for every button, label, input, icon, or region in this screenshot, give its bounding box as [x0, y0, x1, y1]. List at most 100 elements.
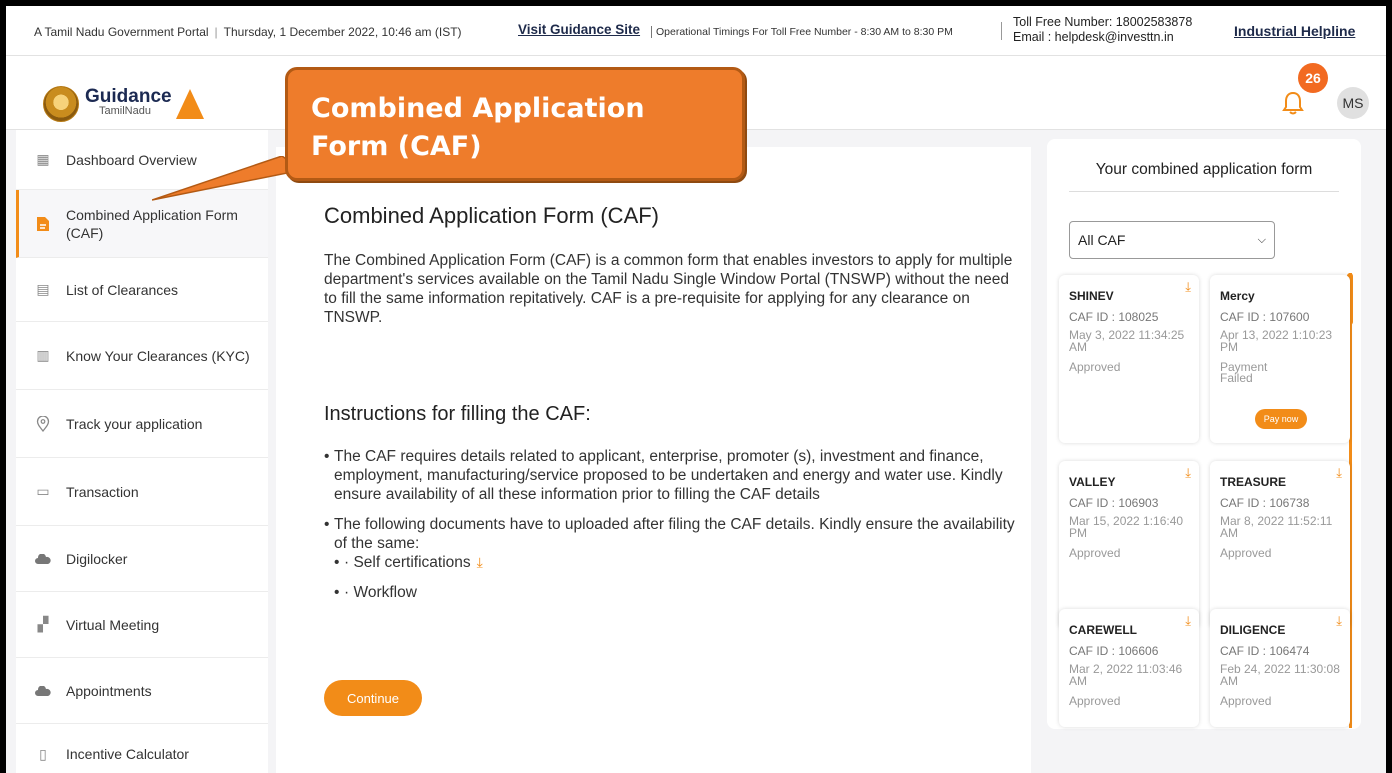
caf-id: CAF ID : 106474: [1220, 644, 1310, 658]
caf-status: Approved: [1220, 694, 1272, 708]
caf-filter-value: All CAF: [1078, 232, 1126, 248]
sidebar: ▦ Dashboard Overview Combined Applicatio…: [16, 130, 268, 773]
portal-name: A Tamil Nadu Government Portal: [34, 25, 209, 39]
caf-name: TREASURE: [1220, 475, 1287, 489]
tn-emblem-icon: [43, 86, 79, 122]
list-icon: ▤: [36, 281, 50, 297]
caf-status: Approved: [1069, 694, 1121, 708]
sidebar-item-label: List of Clearances: [66, 281, 179, 298]
caf-status: Payment Failed: [1220, 360, 1268, 385]
callout-line: Form (CAF): [311, 131, 482, 162]
callout-pointer: [152, 156, 302, 201]
document-label: · Workflow: [344, 584, 417, 601]
caf-card[interactable]: ⤓ VALLEY CAF ID : 106903 Mar 15, 2022 1:…: [1059, 461, 1199, 629]
caf-card[interactable]: ⤓ DILIGENCE CAF ID : 106474 Feb 24, 2022…: [1210, 609, 1350, 727]
caf-id: CAF ID : 108025: [1069, 310, 1159, 324]
list-item: The CAF requires details related to appl…: [324, 447, 1029, 504]
caf-date: Mar 2, 2022 11:03:46 AM: [1069, 662, 1183, 688]
sidebar-item-list-of-clearances[interactable]: ▤ List of Clearances: [16, 258, 268, 322]
download-icon[interactable]: ⤓: [1185, 613, 1191, 629]
logo-flag-icon: [175, 89, 204, 119]
download-icon[interactable]: ⤓: [477, 554, 483, 570]
current-datetime: Thursday, 1 December 2022, 10:46 am (IST…: [223, 25, 462, 39]
user-avatar[interactable]: MS: [1337, 87, 1369, 119]
sidebar-item-label: Know Your Clearances (KYC): [66, 347, 250, 364]
industrial-helpline-link[interactable]: Industrial Helpline: [1234, 23, 1355, 39]
caf-filter-select[interactable]: All CAF ⌵: [1069, 221, 1275, 259]
caf-card[interactable]: ⤓ CAREWELL CAF ID : 106606 Mar 2, 2022 1…: [1059, 609, 1199, 727]
divider: [1001, 22, 1002, 40]
sidebar-item-label: Incentive Calculator: [66, 746, 189, 762]
download-icon[interactable]: ⤓: [1336, 613, 1342, 629]
meeting-icon: ▞: [37, 616, 49, 632]
sidebar-item-label: Digilocker: [66, 550, 128, 567]
cloud-icon: [34, 550, 52, 568]
instruction-text: The CAF requires details related to appl…: [334, 448, 1003, 503]
documents-list: · Self certifications ⤓ · Workflow: [334, 553, 1029, 602]
cloud-icon: [34, 682, 52, 700]
book-icon: ▥: [36, 347, 50, 363]
bell-icon[interactable]: [1282, 91, 1304, 115]
sidebar-item-appointments[interactable]: Appointments: [16, 658, 268, 724]
callout-line: Combined Application: [311, 93, 645, 124]
grid-icon: ▦: [36, 151, 50, 167]
caf-name: DILIGENCE: [1220, 623, 1286, 637]
sidebar-item-track-application[interactable]: Track your application: [16, 390, 268, 458]
sidebar-item-virtual-meeting[interactable]: ▞ Virtual Meeting: [16, 592, 268, 658]
caf-date: Apr 13, 2022 1:10:23 PM: [1220, 328, 1333, 354]
caf-status: Approved: [1220, 546, 1272, 560]
divider: [1069, 191, 1339, 192]
document-item: · Self certifications ⤓: [334, 553, 1029, 572]
callout-label: Combined Application Form (CAF): [285, 67, 745, 181]
download-icon[interactable]: ⤓: [1185, 465, 1191, 481]
visit-guidance-link[interactable]: Visit Guidance Site: [518, 22, 640, 37]
download-icon[interactable]: ⤓: [1336, 465, 1342, 481]
page-title: Combined Application Form (CAF): [324, 203, 660, 228]
instructions-heading: Instructions for filling the CAF:: [324, 403, 591, 425]
caf-date: Mar 15, 2022 1:16:40 PM: [1069, 514, 1184, 540]
document-icon: [34, 215, 52, 233]
sidebar-item-transaction[interactable]: ▭ Transaction: [16, 458, 268, 526]
caf-id: CAF ID : 107600: [1220, 310, 1310, 324]
operational-timings: Operational Timings For Toll Free Number…: [651, 26, 953, 38]
continue-button[interactable]: Continue: [324, 680, 422, 716]
caf-id: CAF ID : 106903: [1069, 496, 1159, 510]
caf-main-content: Combined Application Form (CAF) The Comb…: [276, 147, 1031, 773]
sidebar-item-label: Track your application: [66, 415, 203, 432]
sidebar-item-digilocker[interactable]: Digilocker: [16, 526, 268, 592]
caf-id: CAF ID : 106738: [1220, 496, 1310, 510]
portal-info: A Tamil Nadu Government Portal | Thursday,…: [34, 25, 462, 39]
notification-count-badge[interactable]: 26: [1298, 63, 1328, 93]
document-label: · Self certifications: [344, 554, 471, 571]
pay-now-button[interactable]: Pay now: [1255, 409, 1307, 429]
caf-date: Feb 24, 2022 11:30:08 AM: [1220, 662, 1340, 688]
list-item: The following documents have to uploaded…: [324, 515, 1029, 602]
calculator-icon: ▯: [39, 745, 47, 762]
logo-text: Guidance TamilNadu: [85, 87, 172, 118]
caf-list-panel: Your combined application form All CAF ⌵…: [1047, 139, 1361, 729]
caf-card[interactable]: Mercy CAF ID : 107600 Apr 13, 2022 1:10:…: [1210, 275, 1350, 443]
caf-date: Mar 8, 2022 11:52:11 AM: [1220, 514, 1333, 540]
toll-free-number: Toll Free Number: 18002583878: [1013, 15, 1193, 29]
download-icon[interactable]: ⤓: [1185, 279, 1191, 295]
caf-name: CAREWELL: [1069, 623, 1137, 637]
top-info-bar: A Tamil Nadu Government Portal | Thursday,…: [6, 6, 1386, 56]
caf-name: Mercy: [1220, 289, 1255, 303]
caf-name: VALLEY: [1069, 475, 1116, 489]
sidebar-item-kyc[interactable]: ▥ Know Your Clearances (KYC): [16, 322, 268, 390]
sidebar-item-label: Virtual Meeting: [66, 616, 160, 633]
helpdesk-email: Email : helpdesk@investtn.in: [1013, 30, 1174, 44]
app-frame: A Tamil Nadu Government Portal | Thursday,…: [6, 6, 1386, 773]
instructions-list: The CAF requires details related to appl…: [324, 447, 1029, 613]
sidebar-item-label: Combined Application Form (CAF): [66, 206, 238, 241]
document-item: · Workflow: [334, 583, 1029, 602]
panel-title: Your combined application form: [1095, 161, 1313, 178]
sidebar-item-incentive-calculator[interactable]: ▯ Incentive Calculator: [16, 724, 268, 773]
caf-card[interactable]: ⤓ TREASURE CAF ID : 106738 Mar 8, 2022 1…: [1210, 461, 1350, 629]
divider: |: [214, 25, 218, 39]
caf-card[interactable]: ⤓ SHINEV CAF ID : 108025 May 3, 2022 11:…: [1059, 275, 1199, 443]
chevron-down-icon: ⌵: [1257, 233, 1266, 246]
caf-id: CAF ID : 106606: [1069, 644, 1159, 658]
guidance-logo[interactable]: Guidance TamilNadu: [43, 86, 204, 122]
caf-status: Approved: [1069, 360, 1121, 374]
